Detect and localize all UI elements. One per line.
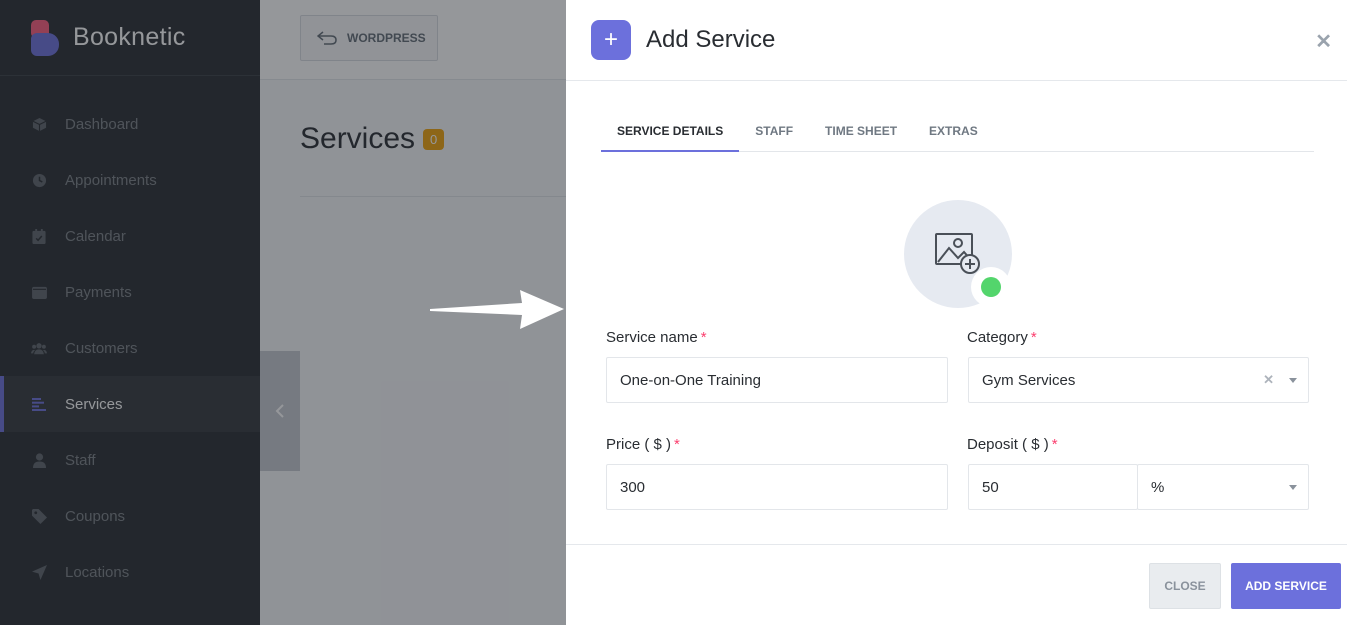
service-name-label: Service name *	[606, 329, 707, 346]
price-input[interactable]: 300	[606, 464, 948, 510]
deposit-type-select[interactable]: %	[1137, 464, 1309, 510]
chevron-down-icon[interactable]	[1289, 378, 1297, 383]
close-icon[interactable]: ✕	[1315, 29, 1332, 54]
tab-extras[interactable]: EXTRAS	[913, 114, 994, 152]
status-indicator	[971, 267, 1011, 307]
tab-service-details[interactable]: SERVICE DETAILS	[601, 114, 740, 152]
panel-header: + Add Service ✕	[566, 0, 1347, 81]
category-label: Category *	[967, 329, 1037, 346]
add-service-button[interactable]: ADD SERVICE	[1231, 563, 1341, 609]
panel-tabs: SERVICE DETAILS STAFF TIME SHEET EXTRAS	[601, 114, 1314, 152]
panel-footer: CLOSE ADD SERVICE	[566, 544, 1347, 625]
arrow-pointer-icon	[430, 290, 564, 329]
service-name-input[interactable]: One-on-One Training	[606, 357, 948, 403]
price-label: Price ( $ ) *	[606, 436, 680, 453]
deposit-input[interactable]: 50	[968, 464, 1138, 510]
panel-title: Add Service	[646, 26, 776, 53]
category-value: Gym Services	[982, 371, 1076, 389]
status-dot	[981, 277, 1001, 297]
tab-time-sheet[interactable]: TIME SHEET	[809, 114, 913, 152]
add-image-icon	[935, 233, 980, 274]
tab-staff[interactable]: STAFF	[739, 114, 809, 152]
plus-icon: +	[591, 20, 631, 60]
category-select[interactable]: Gym Services ✕	[968, 357, 1309, 403]
deposit-type-value: %	[1151, 478, 1165, 496]
close-button[interactable]: CLOSE	[1149, 563, 1221, 609]
deposit-label: Deposit ( $ ) *	[967, 436, 1058, 453]
clear-icon[interactable]: ✕	[1263, 372, 1274, 388]
chevron-down-icon[interactable]	[1289, 485, 1297, 490]
add-service-panel: + Add Service ✕ SERVICE DETAILS STAFF TI…	[566, 0, 1347, 625]
